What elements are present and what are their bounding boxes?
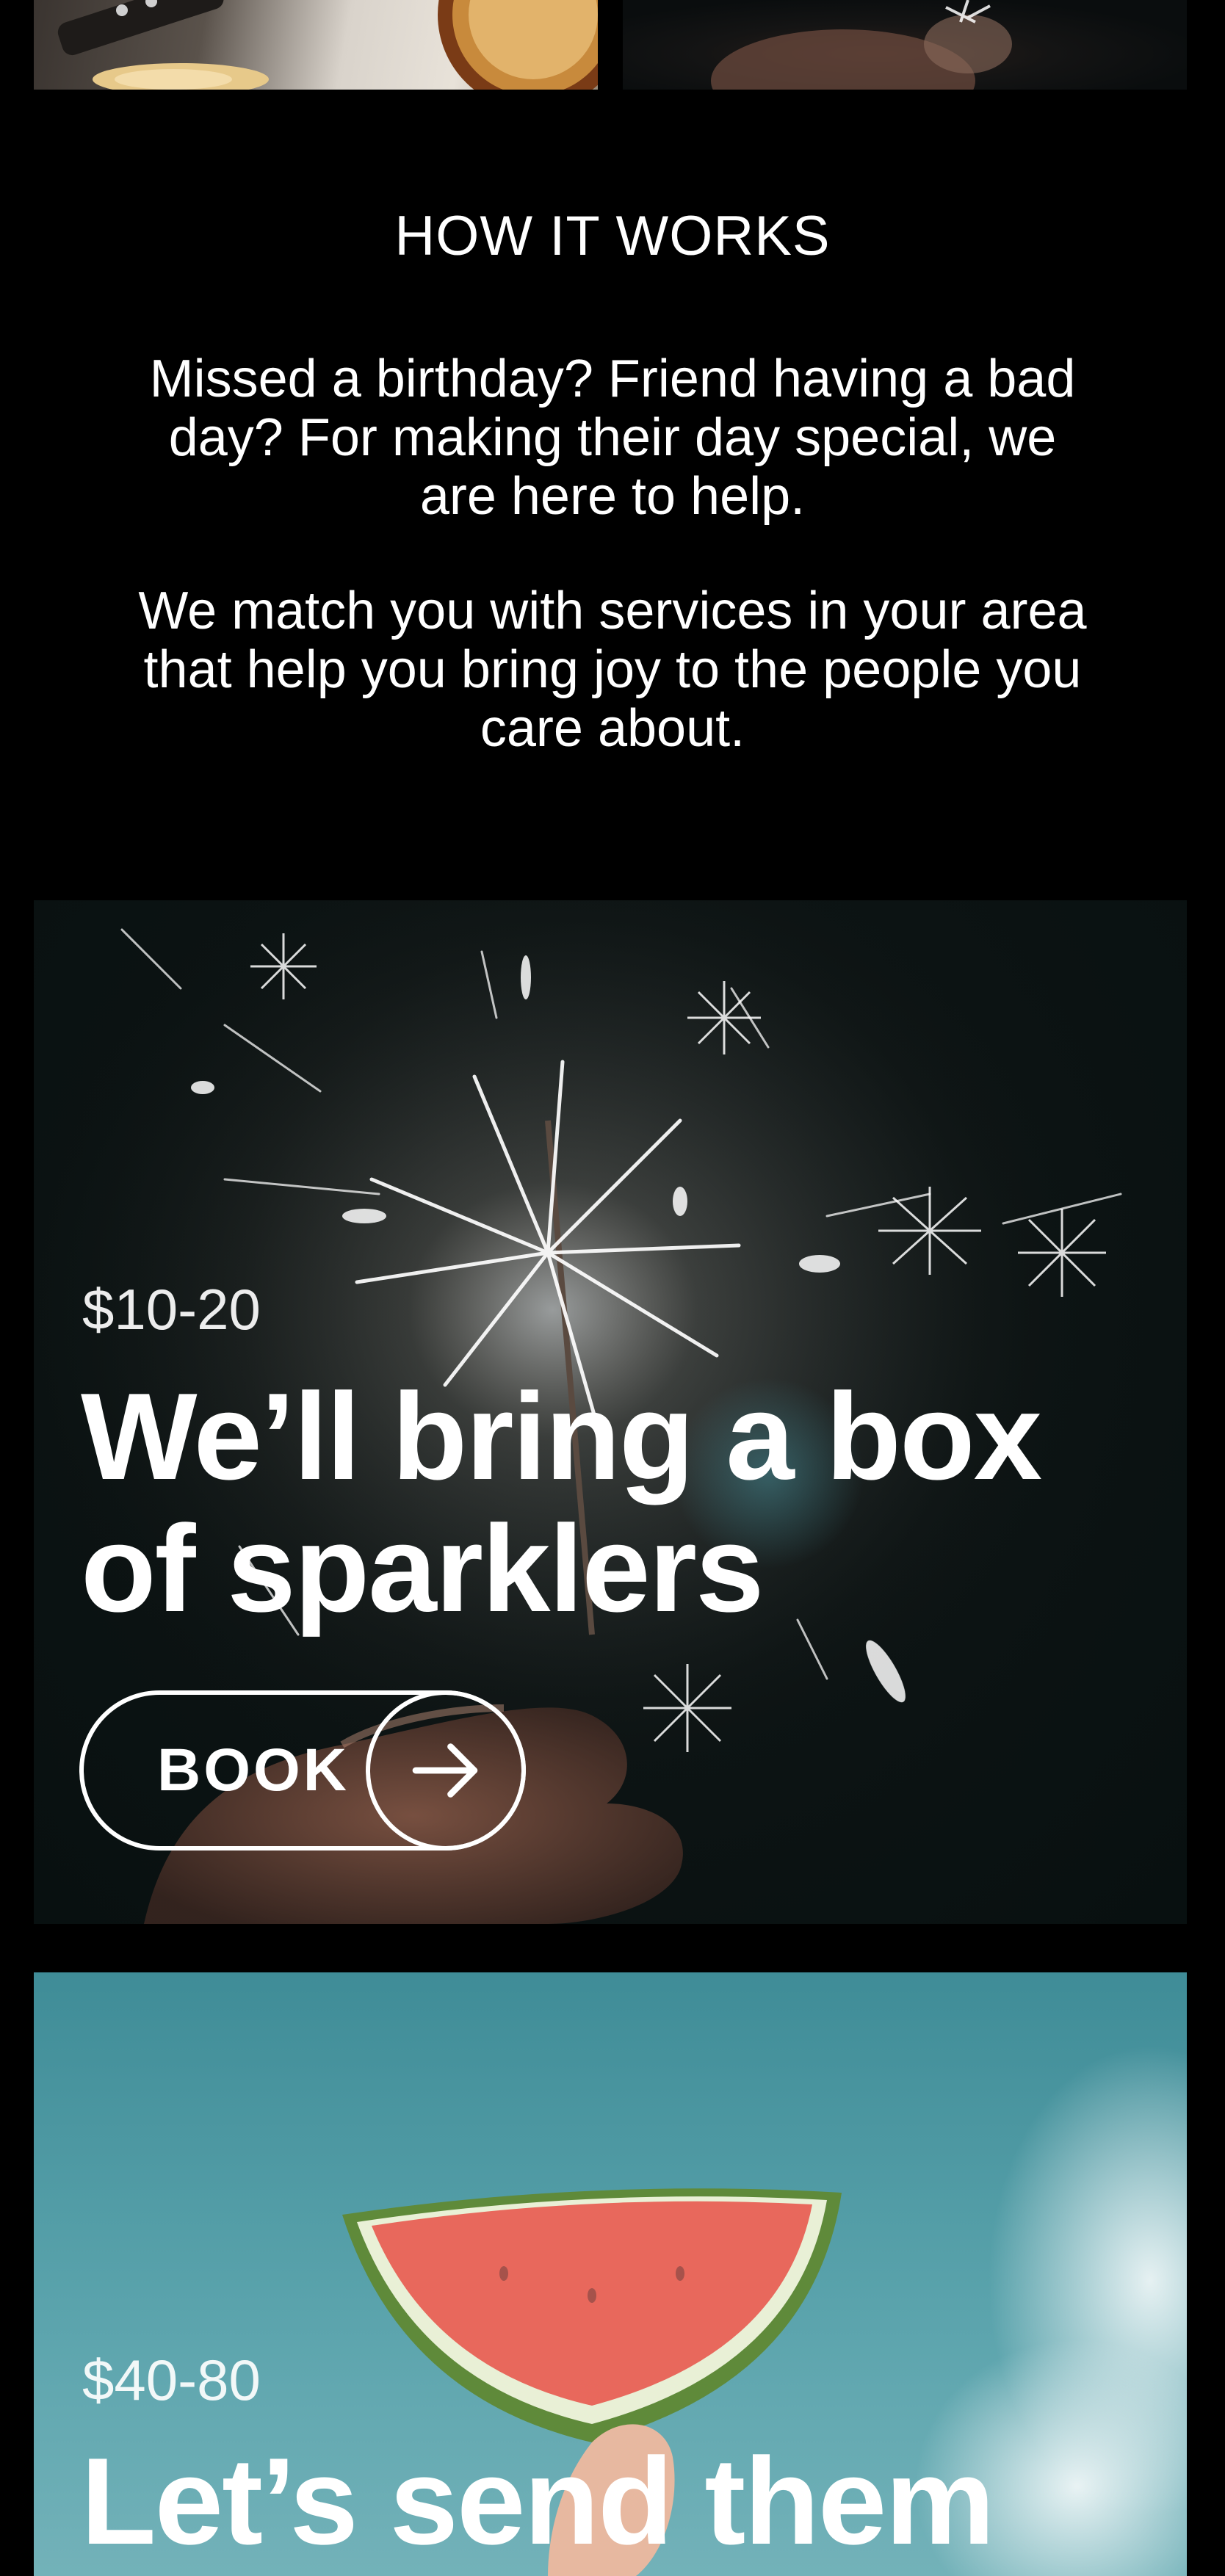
arrow-right-icon[interactable]: [366, 1690, 526, 1850]
page: HOW IT WORKS Missed a birthday? Friend h…: [0, 0, 1225, 2576]
how-it-works-intro: Missed a birthday? Friend having a bad d…: [149, 350, 1076, 526]
how-it-works-description: We match you with services in your area …: [138, 582, 1087, 758]
service-card-sparklers[interactable]: $10-20 We’ll bring a box of sparklers BO…: [34, 900, 1187, 1924]
sparkler-hand-image-tile[interactable]: [623, 0, 1187, 90]
food-image: [57, 0, 598, 90]
card-headline: We’ll bring a box of sparklers: [81, 1367, 1042, 1638]
service-card-watermelon[interactable]: $40-80 Let’s send them: [34, 1972, 1187, 2576]
how-it-works-title: HOW IT WORKS: [394, 205, 831, 267]
food-image-tile[interactable]: [34, 0, 598, 90]
sparkler-hand-image: [711, 0, 1012, 90]
card-price: $10-20: [82, 1277, 261, 1342]
card-headline: Let’s send them: [81, 2432, 995, 2570]
book-button[interactable]: BOOK: [79, 1690, 526, 1850]
card-price: $40-80: [82, 2348, 261, 2412]
book-button-label: BOOK: [157, 1737, 350, 1803]
